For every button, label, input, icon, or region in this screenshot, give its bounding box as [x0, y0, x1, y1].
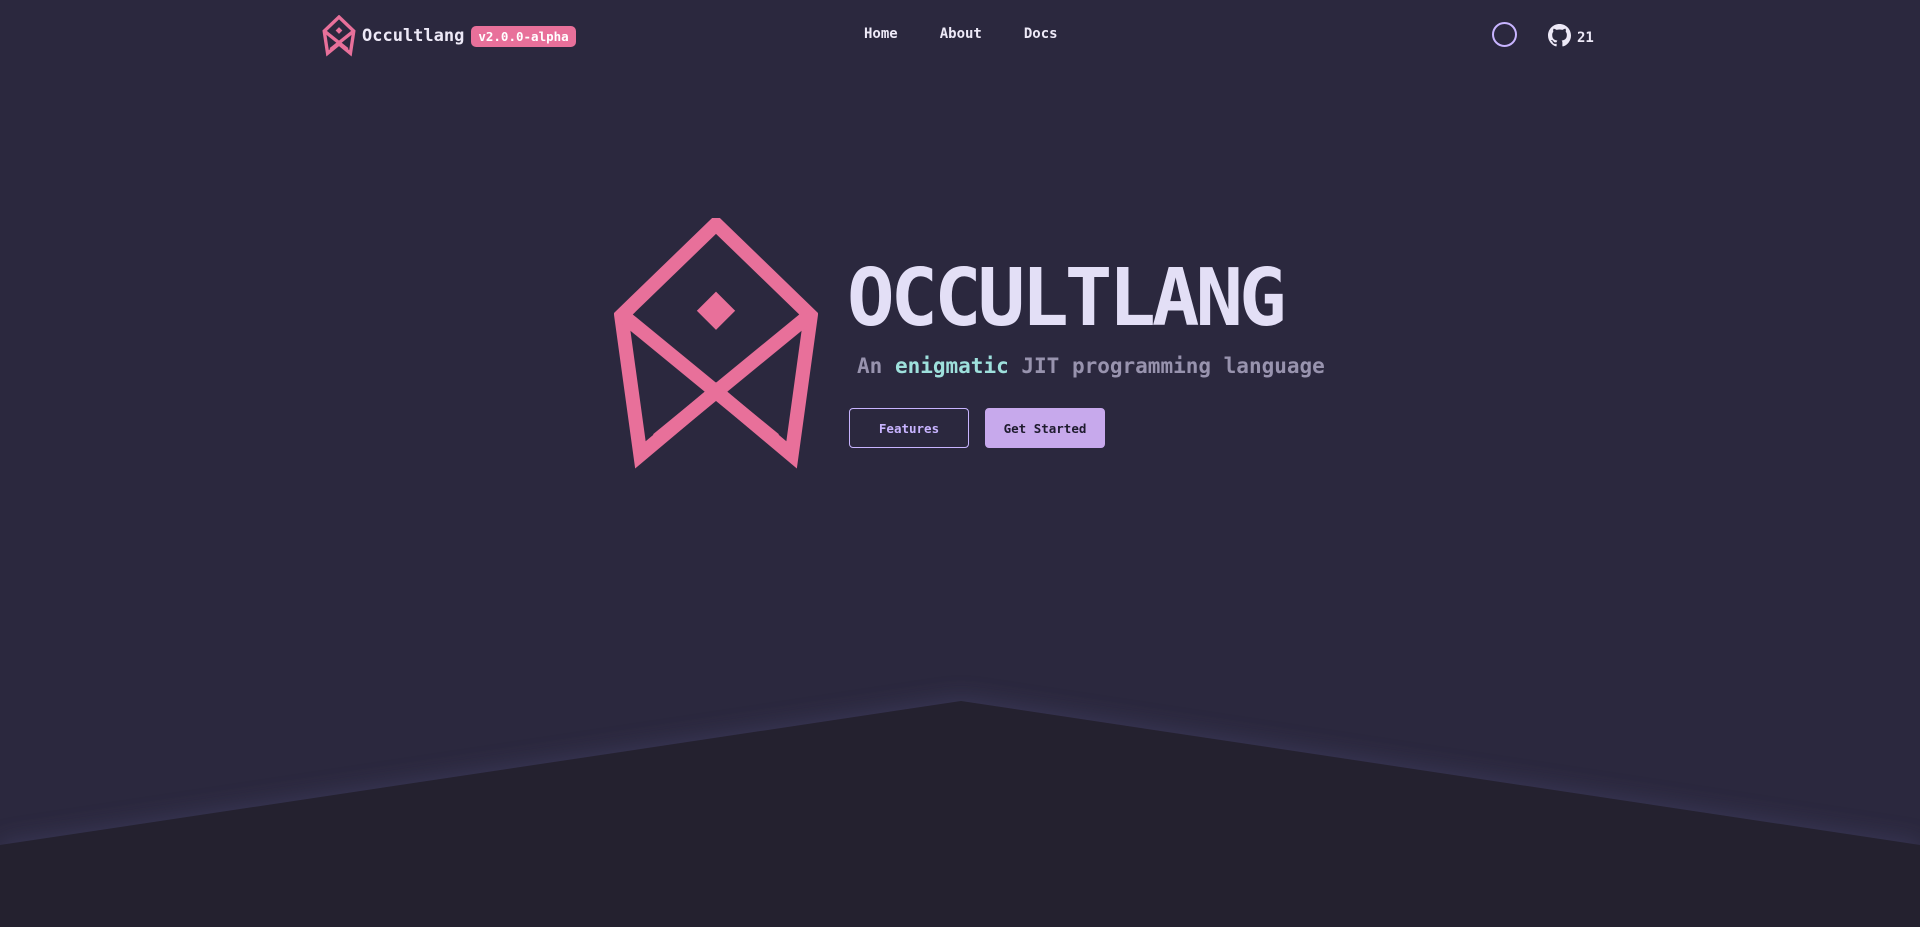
page: Occultlang v2.0.0-alpha Home About Docs …	[0, 0, 1920, 927]
brand-name: Occultlang	[362, 26, 465, 46]
nav-links: Home About Docs	[843, 24, 1079, 44]
nav-about-link[interactable]: About	[919, 24, 1003, 44]
theme-toggle-button[interactable]	[1492, 22, 1517, 47]
navbar: Occultlang v2.0.0-alpha Home About Docs …	[0, 0, 1920, 72]
github-star-count: 21	[1577, 29, 1594, 46]
get-started-button[interactable]: Get Started	[985, 408, 1105, 448]
hero-logo-icon	[613, 214, 819, 470]
tagline-prefix: An	[857, 354, 895, 378]
version-badge: v2.0.0-alpha	[471, 25, 576, 47]
github-link[interactable]: 21	[1548, 24, 1594, 51]
brand-home-link[interactable]: Occultlang v2.0.0-alpha	[322, 15, 576, 57]
nav-docs-link[interactable]: Docs	[1003, 24, 1079, 44]
occultlang-logo-icon	[322, 15, 356, 57]
hero-tagline: An enigmatic JIT programming language	[857, 354, 1325, 378]
tagline-accent: enigmatic	[894, 354, 1009, 378]
hero-title: OCCULTLANG	[847, 252, 1287, 344]
features-button[interactable]: Features	[849, 408, 969, 448]
github-icon	[1548, 24, 1571, 51]
nav-home-link[interactable]: Home	[843, 24, 919, 44]
bottom-decorative-shape	[0, 700, 1920, 927]
tagline-suffix: JIT programming language	[1008, 354, 1325, 378]
